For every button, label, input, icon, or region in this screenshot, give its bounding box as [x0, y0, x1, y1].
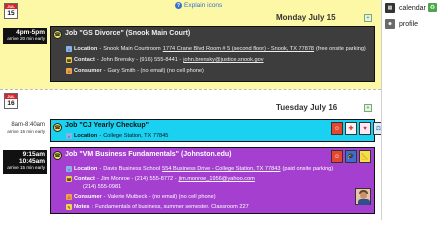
location-icon: ⌂ — [66, 46, 72, 52]
job-title[interactable]: Job "GS Divorce" (Snook Main Court) — [65, 30, 190, 37]
consumer-sep: - — [103, 68, 106, 74]
contact-icon: ☎ — [66, 57, 72, 63]
job-title[interactable]: Job "CJ Yearly Checkup" — [65, 122, 149, 129]
consumer-text: Valerie Mutbeck - (no email) (no cell ph… — [107, 194, 216, 200]
contact-label: Contact — [74, 57, 95, 63]
contact-email-link[interactable]: jim.monroe_1956@yahoo.com — [179, 176, 255, 182]
consumer-sep: - — [103, 194, 106, 200]
consumer-photo-icon[interactable]: ☺ — [331, 150, 343, 163]
location-sep: - — [99, 133, 102, 139]
add-event-icon[interactable]: + — [364, 104, 372, 112]
job-card-vm-business-fundamentals[interactable]: ☎ Job "VM Business Fundamentals" (Johnst… — [50, 147, 375, 214]
consumer-avatar[interactable] — [355, 188, 371, 205]
location-icon: ⌂ — [66, 133, 72, 139]
day-heading: Tuesday July 16 — [276, 103, 338, 112]
help-icon: ? — [175, 2, 182, 9]
job-end-time: 10:45am — [18, 158, 45, 165]
location-icon: ⌂ — [66, 166, 72, 172]
phone-icon: ☎ — [53, 123, 62, 132]
job-card-cj-yearly-checkup[interactable]: ☎ Job "CJ Yearly Checkup" ⌂ Location - Co… — [50, 119, 384, 142]
day-heading: Monday July 15 — [276, 13, 336, 22]
right-sidebar: ▦ calendar ♻ ☻ profile — [381, 0, 440, 220]
location-label: Location — [74, 46, 98, 52]
job-time-badge: 8am-8:40am arrive 15 min early — [3, 122, 47, 135]
schedule-main: ? Explain icons JUL 15 Monday July 15 + … — [0, 0, 384, 220]
consumer-label: Consumer — [74, 68, 102, 74]
explain-icons-link[interactable]: ? Explain icons — [175, 2, 222, 9]
contact-text: John Brensky - (916) 555-8441 - — [100, 57, 182, 63]
notes-icon: ✎ — [66, 204, 72, 210]
profile-icon: ☻ — [385, 19, 395, 29]
consumer-text: Gary Smith - (no email) (no cell phone) — [107, 68, 204, 74]
contact-text: Jim Monroe - (214) 555-8772 - — [100, 176, 177, 182]
job-card-gs-divorce[interactable]: ☎ Job "GS Divorce" (Snook Main Court) ⌂ … — [50, 26, 375, 82]
avatar-face — [360, 192, 367, 199]
parking-note: (free onsite parking) — [316, 46, 366, 52]
medical-icon[interactable]: ✚ — [345, 122, 357, 135]
consumer-photo-icon[interactable]: ☺ — [331, 122, 343, 135]
location-sep: - — [99, 166, 102, 172]
parking-note: (paid onsite parking) — [282, 166, 334, 172]
job-consumer-row: ☺ Consumer - Gary Smith - (no email) (no … — [66, 68, 204, 74]
job-location-row: ⌂ Location - Snook Main Courtroom 1774 Cr… — [66, 46, 366, 52]
job-title[interactable]: Job "VM Business Fundamentals" (Johnston… — [65, 151, 232, 158]
job-notes-row: ✎ Notes: Fundamentals of business, summe… — [66, 204, 249, 210]
contact-sep: - — [96, 57, 99, 63]
phone-icon: ☎ — [53, 30, 62, 39]
job-contact-row: ☎ Contact - John Brensky - (916) 555-8441… — [66, 57, 264, 63]
location-name: Davis Business School — [103, 166, 161, 172]
job-arrival-note: arrive 15 min early — [7, 129, 45, 134]
consumer-icon: ☺ — [66, 68, 72, 74]
avatar-body — [358, 199, 370, 205]
contact-email-link[interactable]: john.brensky@justice.snook.gov — [183, 57, 263, 63]
date-badge-jul-15: JUL 15 — [4, 3, 18, 19]
explain-icons-label: Explain icons — [184, 2, 223, 9]
day-divider — [0, 89, 381, 90]
location-name: Snook Main Courtroom — [103, 46, 161, 52]
add-event-icon[interactable]: + — [364, 14, 372, 22]
location-address-link[interactable]: 554 Business Drive - College Station, TX… — [162, 166, 280, 172]
ruler-icon[interactable]: 📐 — [359, 150, 371, 163]
job-consumer-row: ☺ Consumer - Valerie Mutbeck - (no email)… — [66, 194, 216, 200]
notes-text: Fundamentals of business, summer semeste… — [95, 204, 249, 210]
contact-secondary-phone: (214) 555-0981 — [83, 184, 121, 190]
location-label: Location — [74, 133, 98, 139]
notes-label: Notes — [74, 204, 90, 210]
calendar-icon: ▦ — [385, 3, 395, 13]
contact-label: Contact — [74, 176, 95, 182]
calendar-label: calendar — [399, 4, 426, 12]
recycle-icon[interactable]: ♻ — [428, 3, 437, 12]
location-address-link[interactable]: 1774 Crane Blvd Room # 5 (second floor) … — [163, 46, 314, 52]
consumer-icon: ☺ — [66, 194, 72, 200]
contact-phone-2: (214) 555-0981 — [83, 184, 122, 190]
date-badge-jul-16: JUL 16 — [4, 93, 18, 109]
job-contact-row: ☎ Contact - Jim Monroe - (214) 555-8772 -… — [66, 176, 255, 182]
location-text: College Station, TX 77845 — [103, 133, 169, 139]
profile-label: profile — [399, 20, 419, 28]
location-sep: - — [99, 46, 102, 52]
job-arrival-note: arrive 20 min early — [7, 36, 45, 41]
location-label: Location — [74, 166, 98, 172]
job-location-row: ⌂ Location - Davis Business School 554 Bu… — [66, 166, 333, 172]
phone-icon: ☎ — [53, 151, 62, 160]
job-time: 9:15am — [22, 151, 45, 158]
heart-icon[interactable]: ♥ — [359, 122, 371, 135]
notes-sep: : — [91, 204, 94, 210]
job-location-row: ⌂ Location - College Station, TX 77845 — [66, 133, 168, 139]
job-time: 8am-8:40am — [11, 122, 45, 128]
job-time: 4pm-5pm — [16, 29, 45, 36]
contact-icon: ☎ — [66, 176, 72, 182]
consumer-label: Consumer — [74, 194, 102, 200]
contact-sep: - — [96, 176, 99, 182]
date-badge-day: 16 — [7, 100, 15, 107]
job-arrival-note: arrive 15 min early — [7, 165, 45, 170]
job-time-badge: 9:15am 10:45am arrive 15 min early — [3, 150, 47, 174]
date-badge-day: 15 — [7, 10, 15, 17]
job-time-badge: 4pm-5pm arrive 20 min early — [3, 28, 47, 44]
graduation-icon[interactable]: 🎓 — [345, 150, 357, 163]
sidebar-item-profile[interactable]: ☻ profile — [385, 18, 439, 30]
